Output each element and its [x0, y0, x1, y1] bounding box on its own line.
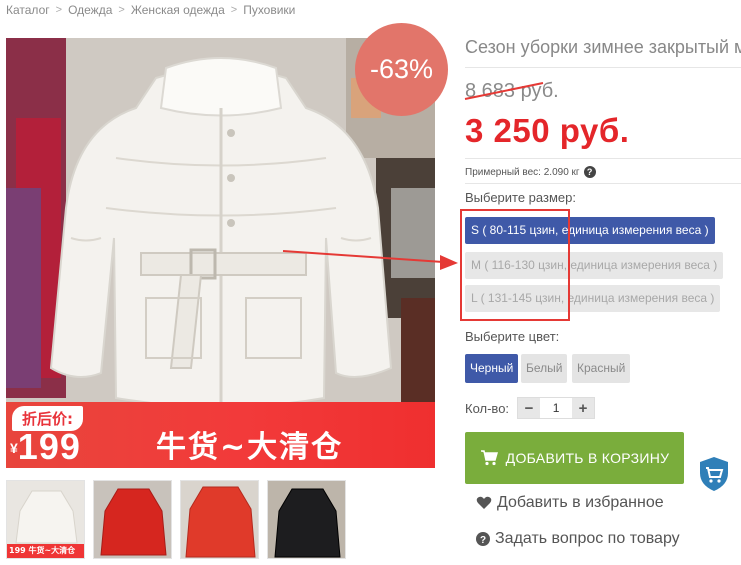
breadcrumb-womens[interactable]: Женская одежда — [131, 3, 225, 17]
promo-price-value: 199 — [17, 426, 81, 467]
quantity-plus-button[interactable]: + — [572, 398, 595, 418]
annotation-arrow-head — [440, 255, 458, 270]
divider — [465, 67, 741, 68]
breadcrumb-separator-icon: > — [55, 4, 63, 16]
size-option-m[interactable]: M ( 116-130 цзин, единица измерения веса… — [465, 252, 724, 279]
breadcrumb-separator-icon: > — [118, 4, 125, 16]
product-title: Сезон уборки зимнее закрытый м — [465, 37, 741, 57]
question-circle-icon: ? — [476, 532, 490, 546]
color-option-black[interactable]: Черный — [465, 354, 519, 383]
thumbnail-4[interactable] — [267, 480, 346, 559]
promo-price: ¥199 — [10, 426, 81, 468]
thumbnail-caption: 199 牛货~大清仓 — [7, 544, 84, 558]
add-to-cart-label: ДОБАВИТЬ В КОРЗИНУ — [505, 450, 670, 466]
current-price: 3 250 руб. — [465, 112, 630, 149]
quantity-label: Кол-во: — [465, 400, 510, 416]
size-label: Выберите размер: — [465, 190, 576, 205]
cart-icon — [480, 450, 498, 466]
color-option-red[interactable]: Красный — [572, 354, 631, 383]
weight-info: Примерный вес: 2.090 кг ? — [465, 166, 596, 178]
promo-currency: ¥ — [10, 440, 18, 456]
promo-slogan: 牛货~大清仓 — [156, 430, 344, 465]
promo-banner: 折后价: ¥199 牛货~大清仓 — [6, 402, 435, 468]
quantity-input[interactable] — [540, 398, 573, 418]
thumbnail-jacket-red-alt — [185, 486, 256, 558]
color-option-white[interactable]: Белый — [521, 354, 568, 383]
question-circle-icon[interactable]: ? — [583, 166, 596, 178]
shield-cart-icon — [700, 457, 728, 491]
thumbnail-strip: 199 牛货~大清仓 — [6, 480, 346, 559]
breadcrumb-separator-icon: > — [230, 4, 238, 16]
svg-text:?: ? — [480, 535, 486, 546]
divider — [465, 183, 741, 184]
add-to-favorites-label: Добавить в избранное — [497, 494, 664, 511]
heart-icon — [476, 496, 492, 509]
discount-badge: -63% — [355, 23, 448, 116]
add-to-favorites-link[interactable]: Добавить в избранное — [476, 494, 664, 512]
divider — [465, 158, 741, 159]
thumbnail-3[interactable] — [180, 480, 259, 559]
breadcrumb-clothing[interactable]: Одежда — [68, 3, 112, 17]
breadcrumb-down-jackets[interactable]: Пуховики — [243, 3, 295, 17]
breadcrumb-catalog[interactable]: Каталог — [6, 3, 50, 17]
add-to-cart-button[interactable]: ДОБАВИТЬ В КОРЗИНУ — [465, 432, 684, 484]
thumbnail-jacket-red — [100, 488, 167, 556]
quantity-row: Кол-во: − + — [465, 397, 596, 419]
ask-question-link[interactable]: ? Задать вопрос по товару — [476, 530, 680, 548]
weight-text: Примерный вес: 2.090 кг — [465, 166, 580, 178]
ask-question-label: Задать вопрос по товару — [495, 530, 680, 547]
quantity-stepper: − + — [517, 397, 596, 419]
size-option-l[interactable]: L ( 131-145 цзин, единица измерения веса… — [465, 285, 721, 312]
color-label: Выберите цвет: — [465, 329, 560, 344]
thumbnail-2[interactable] — [93, 480, 172, 559]
quantity-minus-button[interactable]: − — [518, 398, 541, 418]
thumbnail-jacket-black — [274, 488, 341, 558]
old-price-strike — [464, 82, 544, 100]
thumbnail-1[interactable]: 199 牛货~大清仓 — [6, 480, 85, 559]
size-option-s[interactable]: S ( 80-115 цзин, единица измерения веса … — [465, 217, 715, 244]
breadcrumb: Каталог > Одежда > Женская одежда > Пухо… — [6, 2, 295, 18]
